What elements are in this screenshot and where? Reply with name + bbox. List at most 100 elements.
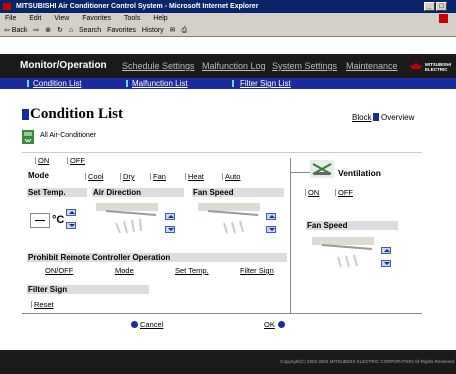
copyright-text: Copyright(C) 2002-2004 MITSUBISHI ELECTR… <box>280 359 454 364</box>
nav-maintenance[interactable]: Maintenance <box>346 61 398 71</box>
mode-dry[interactable]: Dry <box>120 172 135 181</box>
mode-heat-marker <box>185 173 186 180</box>
unit-label: All Air-Conditioner <box>40 132 97 139</box>
ok-button[interactable]: OK <box>264 320 275 329</box>
air-conditioner-icon <box>22 130 34 144</box>
mode-auto[interactable]: Auto <box>222 172 240 181</box>
mode-heat[interactable]: Heat <box>185 172 204 181</box>
refresh-icon[interactable]: ↻ <box>57 27 63 34</box>
ventilation-icon <box>310 160 334 178</box>
home-icon[interactable]: ⌂ <box>69 27 73 34</box>
air-direction-down-button[interactable] <box>165 226 175 233</box>
block-overview-separator <box>373 113 379 121</box>
ventilation-off-marker <box>335 189 336 196</box>
nav-malfunction-log[interactable]: Malfunction Log <box>202 61 266 71</box>
ventilation-off-label: OFF <box>338 188 353 197</box>
prohibit-onoff-link[interactable]: ON/OFF <box>45 266 73 275</box>
stop-icon[interactable]: ⊗ <box>45 27 51 34</box>
mode-auto-marker <box>222 173 223 180</box>
power-on-label: ON <box>38 156 50 165</box>
power-off-marker <box>67 157 68 164</box>
minimize-icon[interactable]: _ <box>424 2 435 11</box>
nav-system-settings[interactable]: System Settings <box>272 61 337 71</box>
mode-fan[interactable]: Fan <box>150 172 166 181</box>
menu-help[interactable]: Help <box>153 15 167 22</box>
history-button[interactable]: History <box>142 27 164 34</box>
block-link[interactable]: Block <box>352 113 372 122</box>
windows-logo-icon <box>439 14 448 23</box>
air-direction-up-button[interactable] <box>165 213 175 220</box>
power-off-link[interactable]: OFF <box>67 156 85 165</box>
fan-speed-down-button[interactable] <box>266 226 276 233</box>
separator <box>22 152 422 153</box>
ventilation-fan-up-button[interactable] <box>381 247 391 254</box>
temperature-dash <box>35 220 45 221</box>
mail-icon[interactable]: ✉ <box>170 27 176 34</box>
power-on-marker <box>35 157 36 164</box>
mode-cool[interactable]: Cool <box>85 172 103 181</box>
forward-icon[interactable]: ⇨ <box>33 27 39 34</box>
window-title: MITSUBISHI Air Conditioner Control Syste… <box>16 3 259 10</box>
subnav-marker <box>126 80 128 87</box>
ventilation-fan-speed-image <box>312 237 374 268</box>
subnav-malfunction-list[interactable]: Malfunction List <box>132 79 188 88</box>
maximize-icon[interactable]: □ <box>436 2 447 11</box>
brand-line2: ELECTRIC <box>425 67 448 72</box>
ventilation-off-link[interactable]: OFF <box>335 188 353 197</box>
mode-label: Mode <box>28 171 49 180</box>
ventilation-fan-down-button[interactable] <box>381 260 391 267</box>
prohibit-filter-link[interactable]: Filter Sign <box>240 266 274 275</box>
menu-edit[interactable]: Edit <box>29 15 41 22</box>
browser-toolbar: ⇦ Back ⇨ ⊗ ↻ ⌂ Search Favorites History … <box>0 24 456 37</box>
subnav-marker <box>27 80 29 87</box>
brand-name: MITSUBISHI ELECTRIC <box>425 62 451 72</box>
temperature-display <box>30 213 50 228</box>
temp-up-button[interactable] <box>66 209 76 216</box>
print-icon[interactable]: ⎙ <box>181 27 187 34</box>
title-marker <box>22 109 29 120</box>
air-direction-header: Air Direction <box>92 188 184 197</box>
temp-down-button[interactable] <box>66 222 76 229</box>
air-direction-image <box>96 203 158 234</box>
page-title: Condition List <box>30 106 123 122</box>
nav-schedule-settings[interactable]: Schedule Settings <box>122 61 195 71</box>
mitsubishi-logo-icon <box>410 62 422 69</box>
footer-bar: Copyright(C) 2002-2004 MITSUBISHI ELECTR… <box>0 350 456 374</box>
prohibit-temp-link[interactable]: Set Temp. <box>175 266 209 275</box>
menu-view[interactable]: View <box>54 15 69 22</box>
ventilation-on-link[interactable]: ON <box>305 188 319 197</box>
favorites-button[interactable]: Favorites <box>107 27 136 34</box>
mode-heat-label: Heat <box>188 172 204 181</box>
overview-label: Overview <box>381 113 415 122</box>
ventilation-on-label: ON <box>308 188 320 197</box>
app-icon <box>3 3 11 10</box>
footer-separator <box>22 313 422 314</box>
menu-file[interactable]: File <box>5 15 16 22</box>
power-on-link[interactable]: ON <box>35 156 49 165</box>
ventilation-divider <box>290 158 291 313</box>
sub-navigation: Condition List Malfunction List Filter S… <box>0 78 456 89</box>
temperature-unit: °C <box>52 214 65 226</box>
prohibit-mode-link[interactable]: Mode <box>115 266 134 275</box>
filter-reset-marker <box>31 301 32 308</box>
mode-fan-marker <box>150 173 151 180</box>
fan-speed-image <box>198 203 260 234</box>
filter-sign-header: Filter Sign <box>27 285 149 294</box>
subnav-filter-sign-list[interactable]: Filter Sign List <box>240 79 291 88</box>
subnav-condition-list[interactable]: Condition List <box>33 79 81 88</box>
menu-favorites[interactable]: Favorites <box>82 15 111 22</box>
ventilation-on-marker <box>305 189 306 196</box>
ventilation-bracket <box>290 172 310 173</box>
menu-tools[interactable]: Tools <box>124 15 140 22</box>
cancel-button[interactable]: Cancel <box>140 320 163 329</box>
nav-monitor-operation[interactable]: Monitor/Operation <box>20 60 107 71</box>
fan-speed-up-button[interactable] <box>266 213 276 220</box>
set-temp-header: Set Temp. <box>27 188 87 197</box>
back-button[interactable]: ⇦ Back <box>4 27 27 34</box>
main-navigation: Monitor/Operation Schedule Settings Malf… <box>0 54 456 78</box>
filter-reset-link[interactable]: Reset <box>31 300 54 309</box>
ok-dot-icon <box>278 321 285 328</box>
filter-reset-label: Reset <box>34 300 54 309</box>
mode-dry-label: Dry <box>123 172 135 181</box>
search-button[interactable]: Search <box>79 27 101 34</box>
